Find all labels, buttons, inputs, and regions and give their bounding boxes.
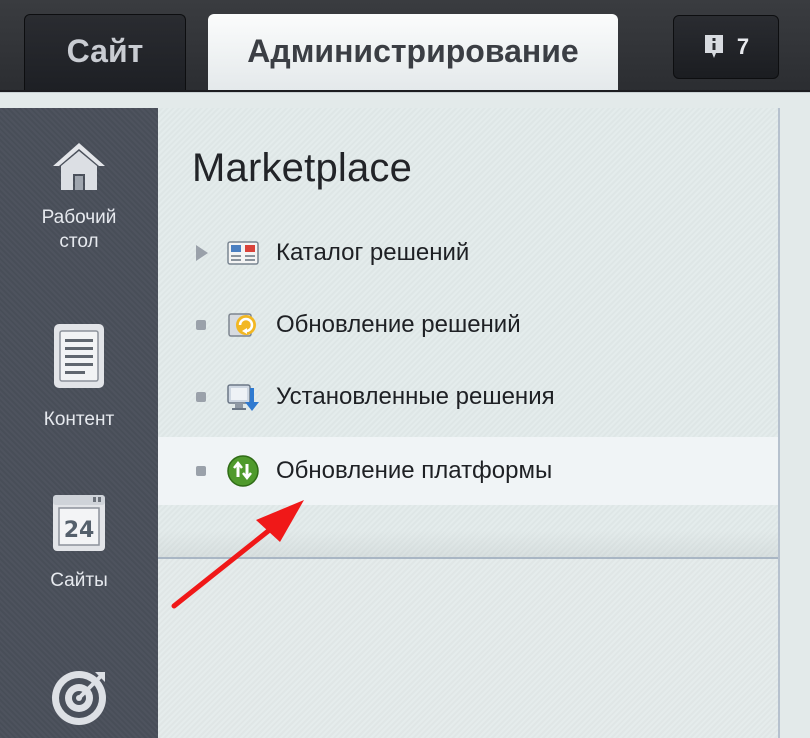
target-icon [52, 671, 106, 725]
menu-item-catalog[interactable]: Каталог решений [158, 219, 778, 287]
tab-site[interactable]: Сайт [24, 14, 186, 92]
platform-update-icon [227, 455, 259, 487]
installed-solutions-icon [227, 384, 259, 411]
catalog-icon [227, 241, 259, 265]
tab-administration[interactable]: Администрирование [208, 14, 618, 94]
menu-item-platform-update[interactable]: Обновление платформы [158, 437, 778, 505]
left-sidebar: Рабочий стол Контент 24 Сайты [0, 108, 158, 738]
menu-label-installed-solutions: Установленные решения [276, 383, 555, 410]
menu-item-update-solutions[interactable]: Обновление решений [158, 291, 778, 359]
bullet-icon [196, 392, 206, 402]
svg-text:24: 24 [64, 518, 95, 543]
notification-count: 7 [736, 34, 750, 59]
house-icon [53, 143, 105, 190]
sidebar-label-desktop: Рабочий стол [42, 206, 117, 254]
top-bar: Сайт Администрирование 7 [0, 0, 810, 94]
sidebar-item-content[interactable]: Контент [0, 322, 158, 432]
expand-arrow-icon[interactable] [196, 245, 208, 261]
sidebar-label-sites: Сайты [50, 570, 108, 591]
menu-item-installed-solutions[interactable]: Установленные решения [158, 363, 778, 431]
menu-label-update-solutions: Обновление решений [276, 311, 521, 338]
info-notification-icon [704, 35, 723, 58]
sidebar-item-sites[interactable]: 24 Сайты [0, 493, 158, 593]
sidebar-label-desktop-line2: стол [59, 231, 99, 252]
sidebar-label-content: Контент [43, 409, 115, 430]
panel-shadow [158, 530, 778, 557]
content-top-strip [0, 92, 810, 108]
document-icon [54, 324, 104, 388]
notifications-button[interactable]: 7 [673, 15, 779, 79]
content-lower-area [158, 559, 778, 738]
right-gutter [780, 108, 810, 738]
menu-label-platform-update: Обновление платформы [276, 457, 553, 484]
page-title: Marketplace [192, 146, 413, 190]
bullet-icon [196, 320, 206, 330]
menu-label-catalog: Каталог решений [276, 239, 470, 266]
sidebar-item-desktop[interactable]: Рабочий стол [0, 140, 158, 254]
bullet-icon [196, 466, 206, 476]
sidebar-label-desktop-line1: Рабочий [41, 207, 117, 228]
sidebar-item-target[interactable] [0, 668, 158, 726]
calendar-24-icon: 24 [53, 495, 105, 551]
update-solutions-icon [228, 313, 256, 337]
